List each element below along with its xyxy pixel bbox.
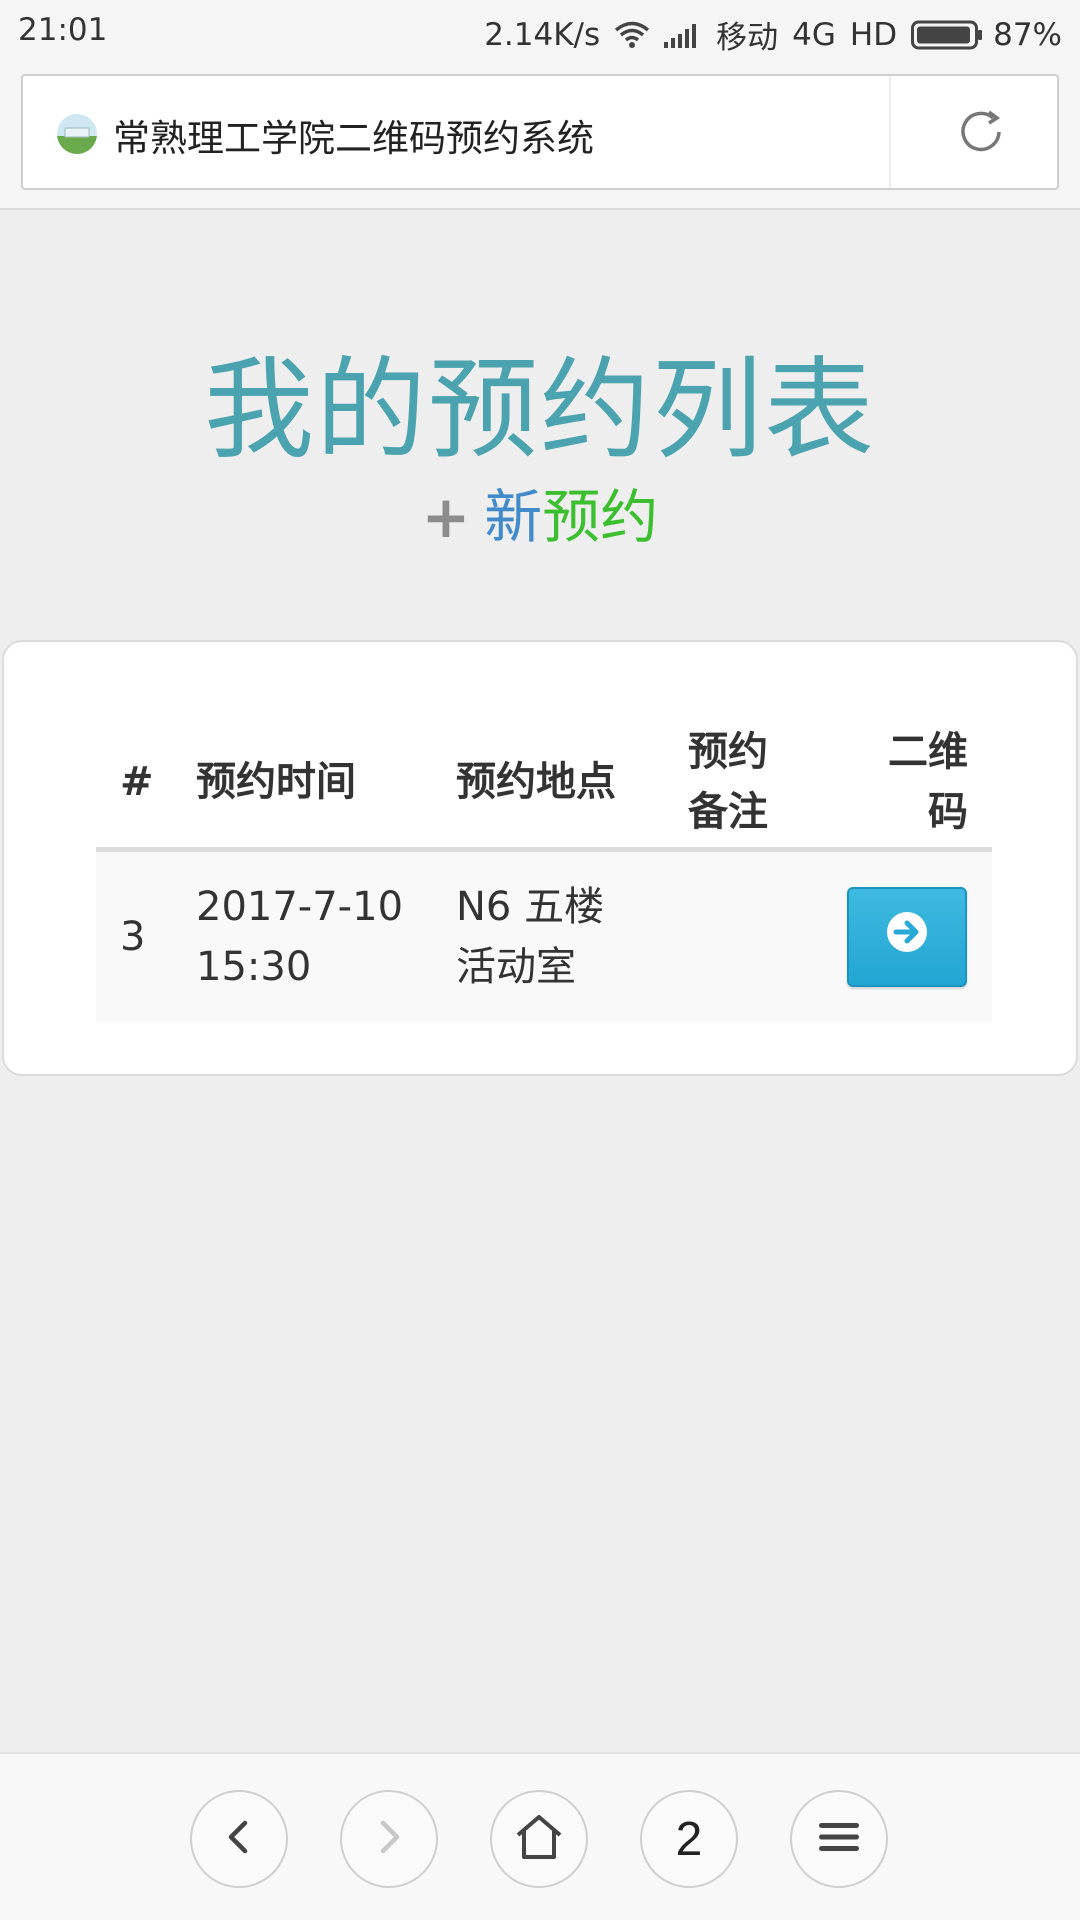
signal-icon (664, 22, 702, 48)
browser-bottom-nav: 2 (0, 1752, 1080, 1920)
header-num: # (120, 759, 154, 805)
reservation-table: # 预约时间 预约地点 预约 备注 二维 码 3 2017-7-10 15:30… (96, 712, 992, 1022)
back-button[interactable] (190, 1790, 288, 1888)
row-time: 2017-7-10 15:30 (196, 877, 403, 997)
new-label-part2: 预约 (542, 483, 659, 551)
view-qr-button[interactable] (847, 887, 967, 987)
site-favicon-icon (57, 114, 97, 154)
chevron-right-icon (369, 1817, 409, 1861)
battery-icon (911, 20, 983, 50)
row-location: N6 五楼 活动室 (456, 877, 604, 997)
new-label-part1: 新 (484, 483, 543, 551)
plus-icon: + (421, 483, 471, 551)
home-icon (514, 1813, 564, 1865)
header-qr-line2: 码 (928, 789, 968, 835)
header-location: 预约地点 (456, 759, 616, 805)
row-num: 3 (120, 914, 146, 960)
menu-button[interactable] (790, 1790, 888, 1888)
header-note: 预约 备注 (688, 722, 768, 842)
network-type: 4G (792, 16, 836, 53)
row-location-line1: N6 五楼 (456, 884, 605, 930)
status-bar: 21:01 2.14K/s 移动 4G HD 87% (0, 0, 1080, 62)
reservation-card: # 预约时间 预约地点 预约 备注 二维 码 3 2017-7-10 15:30… (2, 640, 1078, 1076)
status-right: 2.14K/s 移动 4G HD 87% (484, 12, 1062, 57)
arrow-right-circle-icon (885, 910, 929, 964)
browser-toolbar: 常熟理工学院二维码预约系统 (0, 62, 1080, 210)
hamburger-menu-icon (817, 1817, 861, 1861)
home-button[interactable] (490, 1790, 588, 1888)
address-bar[interactable]: 常熟理工学院二维码预约系统 (21, 74, 1059, 190)
battery-percent: 87% (993, 16, 1062, 53)
page-title-in-address: 常熟理工学院二维码预约系统 (113, 117, 594, 160)
address-divider (889, 76, 891, 188)
header-note-line1: 预约 (688, 729, 768, 775)
table-header: # 预约时间 预约地点 预约 备注 二维 码 (96, 712, 992, 852)
tabs-button[interactable]: 2 (640, 1790, 738, 1888)
page-title: 我的预约列表 (204, 346, 876, 474)
chevron-left-icon (219, 1817, 259, 1861)
table-row: 3 2017-7-10 15:30 N6 五楼 活动室 (96, 852, 992, 1022)
header-note-line2: 备注 (688, 789, 768, 835)
tab-count: 2 (675, 1812, 703, 1866)
forward-button[interactable] (340, 1790, 438, 1888)
header-qr: 二维 码 (888, 722, 968, 842)
hd-label: HD (849, 16, 898, 53)
network-speed: 2.14K/s (484, 16, 601, 53)
reload-icon[interactable] (953, 104, 1009, 160)
header-time: 预约时间 (196, 759, 356, 805)
new-reservation-link[interactable]: + 新预约 (0, 470, 1080, 554)
carrier-name: 移动 (716, 20, 779, 56)
status-time: 21:01 (18, 12, 108, 48)
row-clock: 15:30 (196, 944, 312, 990)
row-location-line2: 活动室 (456, 944, 576, 990)
battery: 87% (911, 17, 1062, 53)
wifi-icon (614, 21, 650, 49)
row-date: 2017-7-10 (196, 884, 404, 930)
header-qr-line1: 二维 (888, 729, 968, 775)
